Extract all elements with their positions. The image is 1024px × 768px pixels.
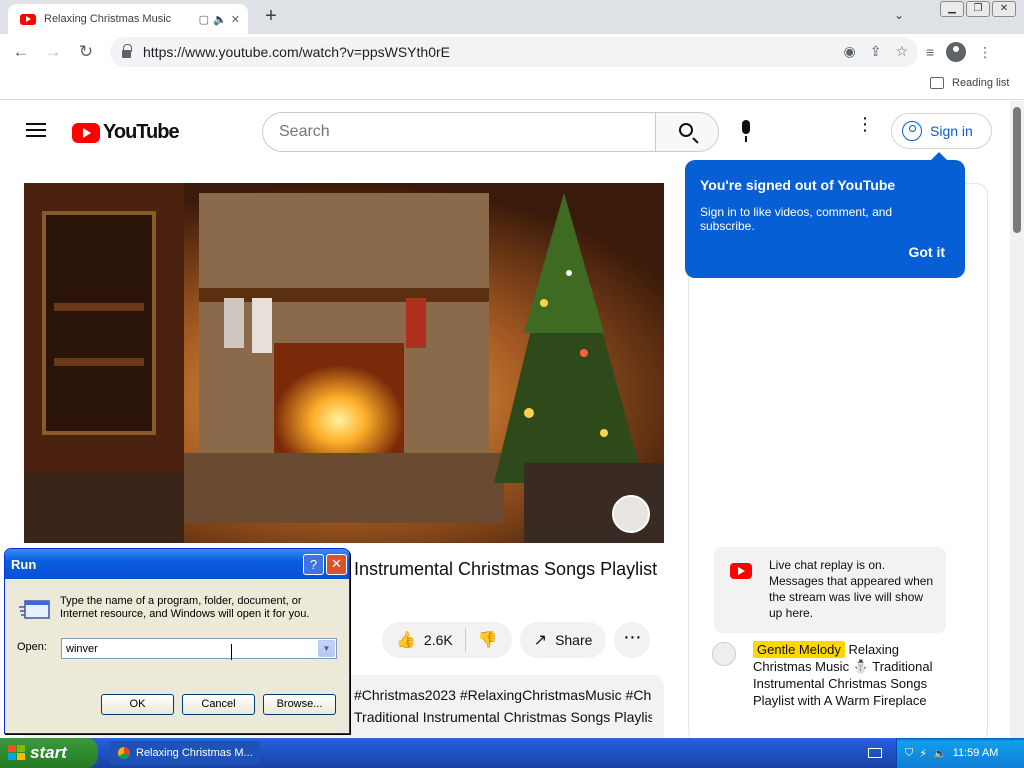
reload-icon[interactable]: ↻ (75, 42, 97, 64)
tab-audio-icon[interactable]: 🔈 (213, 13, 227, 26)
new-tab-button[interactable]: + (260, 6, 282, 28)
omnibox-actions: ◉ ⇪ ☆ (843, 43, 908, 60)
chat-notice-text: Live chat replay is on. Messages that ap… (769, 558, 934, 620)
page-scrollbar[interactable] (1010, 101, 1024, 738)
window-controls: ▁ ❐ ✕ (940, 1, 1016, 17)
like-count[interactable]: 2.6K (424, 632, 453, 648)
start-label: start (30, 743, 67, 762)
youtube-wordmark: YouTube (103, 121, 180, 143)
back-arrow-icon[interactable]: ← (10, 42, 32, 64)
profile-avatar-icon[interactable] (946, 42, 967, 62)
youtube-play-icon (72, 122, 100, 143)
minimize-button[interactable]: ▁ (940, 1, 964, 17)
windows-flag-icon (8, 745, 25, 760)
voice-search-mic-icon[interactable] (735, 120, 757, 146)
chrome-icon (118, 747, 130, 759)
hamburger-menu-icon[interactable] (26, 123, 46, 137)
run-program-icon (19, 600, 50, 619)
description-text: Traditional Instrumental Christmas Songs… (354, 709, 652, 725)
url-text[interactable]: https://www.youtube.com/watch?v=ppsWSYth… (143, 44, 450, 60)
popup-title: You're signed out of YouTube (700, 177, 896, 193)
run-dialog: Run ? ✕ Type the name of a program, fold… (4, 548, 350, 734)
reading-list-label: Reading list (952, 77, 1010, 89)
lock-icon[interactable] (122, 44, 132, 58)
signed-out-popup: You're signed out of YouTube Sign in to … (685, 152, 965, 278)
close-button[interactable]: ✕ (326, 554, 347, 575)
clock[interactable]: 11:59 AM (953, 747, 999, 759)
network-icon[interactable]: ⚡ (919, 747, 927, 760)
more-actions-icon[interactable]: ⋯ (614, 622, 651, 658)
help-button[interactable]: ? (303, 554, 324, 575)
restore-button[interactable]: ❐ (966, 1, 990, 17)
browser-toolbar: ← → ↻ https://www.youtube.com/watch?v=pp… (0, 34, 1024, 70)
browse-button[interactable]: Browse... (263, 694, 336, 715)
user-circle-icon (902, 121, 922, 141)
fireplace-video-frame (24, 183, 664, 543)
channel-watermark-icon[interactable] (612, 495, 650, 533)
share-page-icon[interactable]: ⇪ (870, 43, 882, 60)
address-bar[interactable]: https://www.youtube.com/watch?v=ppsWSYth… (110, 37, 918, 67)
description-hashtags[interactable]: #Christmas2023 #RelaxingChristmasMusic #… (354, 687, 652, 703)
taskbar-item-label: Relaxing Christmas M... (136, 747, 253, 759)
media-controls-icon[interactable]: ≡ (926, 44, 934, 60)
scrollbar-thumb[interactable] (1013, 107, 1021, 233)
taskbar: start Relaxing Christmas M... ⛉ ⚡ 🔈 11:5… (0, 738, 1024, 768)
close-window-button[interactable]: ✕ (992, 1, 1016, 17)
system-tray: ⛉ ⚡ 🔈 11:59 AM (896, 738, 1024, 768)
settings-kebab-icon[interactable]: ⋮ (856, 115, 874, 141)
chat-avatar[interactable] (712, 642, 736, 666)
open-label: Open: (17, 641, 47, 653)
bookmarks-bar: Reading list (0, 70, 1024, 100)
open-dropdown-chevron-icon[interactable]: ▼ (318, 640, 335, 657)
sign-in-label: Sign in (930, 123, 973, 139)
tab-title: Relaxing Christmas Music (44, 13, 172, 25)
youtube-icon (730, 563, 752, 579)
thumbs-up-icon[interactable]: 👍 (396, 630, 416, 650)
chat-replay-notice: Live chat replay is on. Messages that ap… (714, 547, 946, 633)
youtube-favicon-icon (20, 13, 36, 25)
toolbar-right: ≡ ⋮ (926, 42, 992, 62)
search-icon (679, 123, 693, 137)
share-button[interactable]: ↗ Share (519, 622, 607, 658)
ok-button[interactable]: OK (101, 694, 174, 715)
chat-author[interactable]: Gentle Melody (753, 641, 845, 658)
share-label: Share (555, 632, 593, 648)
popup-body: Sign in to like videos, comment, and sub… (700, 205, 893, 233)
video-player[interactable] (24, 183, 664, 543)
reading-list-icon (930, 77, 944, 89)
open-input[interactable] (61, 638, 337, 659)
browser-tab-youtube[interactable]: Relaxing Christmas Music ▢ 🔈 ✕ (8, 4, 248, 34)
tab-record-icon: ▢ (198, 13, 210, 26)
chrome-menu-icon[interactable]: ⋮ (978, 44, 992, 61)
search-button[interactable] (655, 112, 719, 152)
bookmark-star-icon[interactable]: ☆ (895, 43, 908, 60)
reading-list-button[interactable]: Reading list (930, 77, 1009, 89)
run-description: Type the name of a program, folder, docu… (60, 595, 310, 620)
share-arrow-icon: ↗ (533, 632, 548, 649)
eye-off-icon[interactable]: ◉ (843, 43, 855, 60)
forward-arrow-icon[interactable]: → (42, 42, 64, 64)
video-actions: 👍 2.6K 👎 ↗ Share ⋯ (382, 622, 651, 658)
run-title: Run (11, 556, 37, 572)
volume-icon[interactable]: 🔈 (933, 747, 947, 760)
thumbs-down-icon[interactable]: 👎 (478, 630, 498, 650)
youtube-logo[interactable]: YouTube (72, 121, 180, 144)
tab-search-chevron-icon[interactable]: ⌄ (894, 8, 904, 22)
browser-tab-strip: Relaxing Christmas Music ▢ 🔈 ✕ + ⌄ ▁ ❐ ✕ (0, 0, 1024, 34)
got-it-button[interactable]: Got it (908, 244, 945, 260)
security-shield-icon[interactable]: ⛉ (905, 747, 913, 760)
taskbar-item-chrome[interactable]: Relaxing Christmas M... (110, 741, 260, 765)
cancel-button[interactable]: Cancel (182, 694, 255, 715)
sign-in-button[interactable]: Sign in (891, 113, 992, 149)
text-cursor-icon (231, 644, 237, 660)
like-separator (464, 628, 466, 652)
run-title-bar[interactable]: Run (5, 549, 349, 579)
keyboard-icon[interactable] (868, 748, 882, 758)
search-input[interactable] (262, 112, 656, 152)
start-button[interactable]: start (0, 738, 98, 768)
like-dislike-group: 👍 2.6K 👎 (382, 622, 512, 658)
chat-message: Gentle Melody Relaxing Christmas Music ⛄… (712, 641, 952, 709)
tab-close-icon[interactable]: ✕ (231, 13, 240, 26)
